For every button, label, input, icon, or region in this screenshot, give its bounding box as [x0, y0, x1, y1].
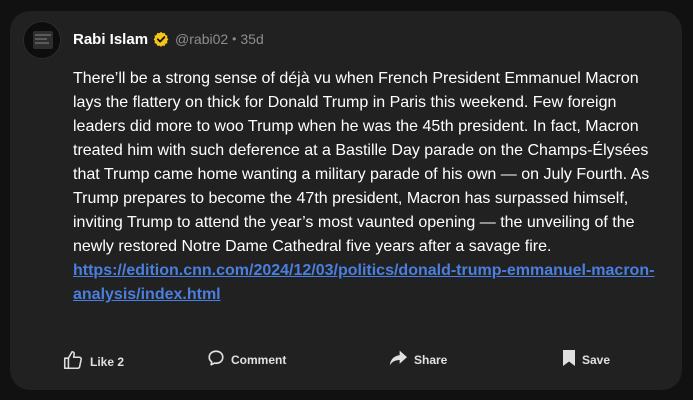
- author-handle[interactable]: @rabi02: [175, 31, 228, 47]
- like-label: Like 2: [90, 354, 125, 369]
- post-header: Rabi Islam @rabi02 • 35d: [73, 29, 264, 49]
- verified-badge-icon: [153, 31, 169, 47]
- action-bar: Like 2 Comment Share Save: [10, 349, 682, 373]
- comment-label: Comment: [231, 352, 287, 367]
- post-body: There’ll be a strong sense of déjà vu wh…: [73, 67, 663, 307]
- thumbs-up-icon: [62, 349, 90, 374]
- post-card: Rabi Islam @rabi02 • 35d There’ll be a s…: [10, 11, 682, 390]
- share-button[interactable]: Share: [388, 349, 447, 370]
- author-name[interactable]: Rabi Islam: [73, 31, 148, 48]
- avatar[interactable]: [23, 21, 61, 59]
- comment-button[interactable]: Comment: [207, 349, 286, 370]
- save-button[interactable]: Save: [562, 349, 610, 370]
- comment-bubble-icon: [207, 349, 231, 370]
- bookmark-icon: [562, 349, 582, 370]
- save-label: Save: [582, 352, 611, 367]
- post-link[interactable]: https://edition.cnn.com/2024/12/03/polit…: [73, 262, 654, 303]
- post-age: 35d: [240, 31, 264, 47]
- post-text: There’ll be a strong sense of déjà vu wh…: [73, 70, 650, 255]
- share-arrow-icon: [388, 349, 414, 370]
- share-label: Share: [414, 352, 448, 367]
- separator-dot: •: [232, 32, 237, 46]
- like-button[interactable]: Like 2: [62, 349, 124, 374]
